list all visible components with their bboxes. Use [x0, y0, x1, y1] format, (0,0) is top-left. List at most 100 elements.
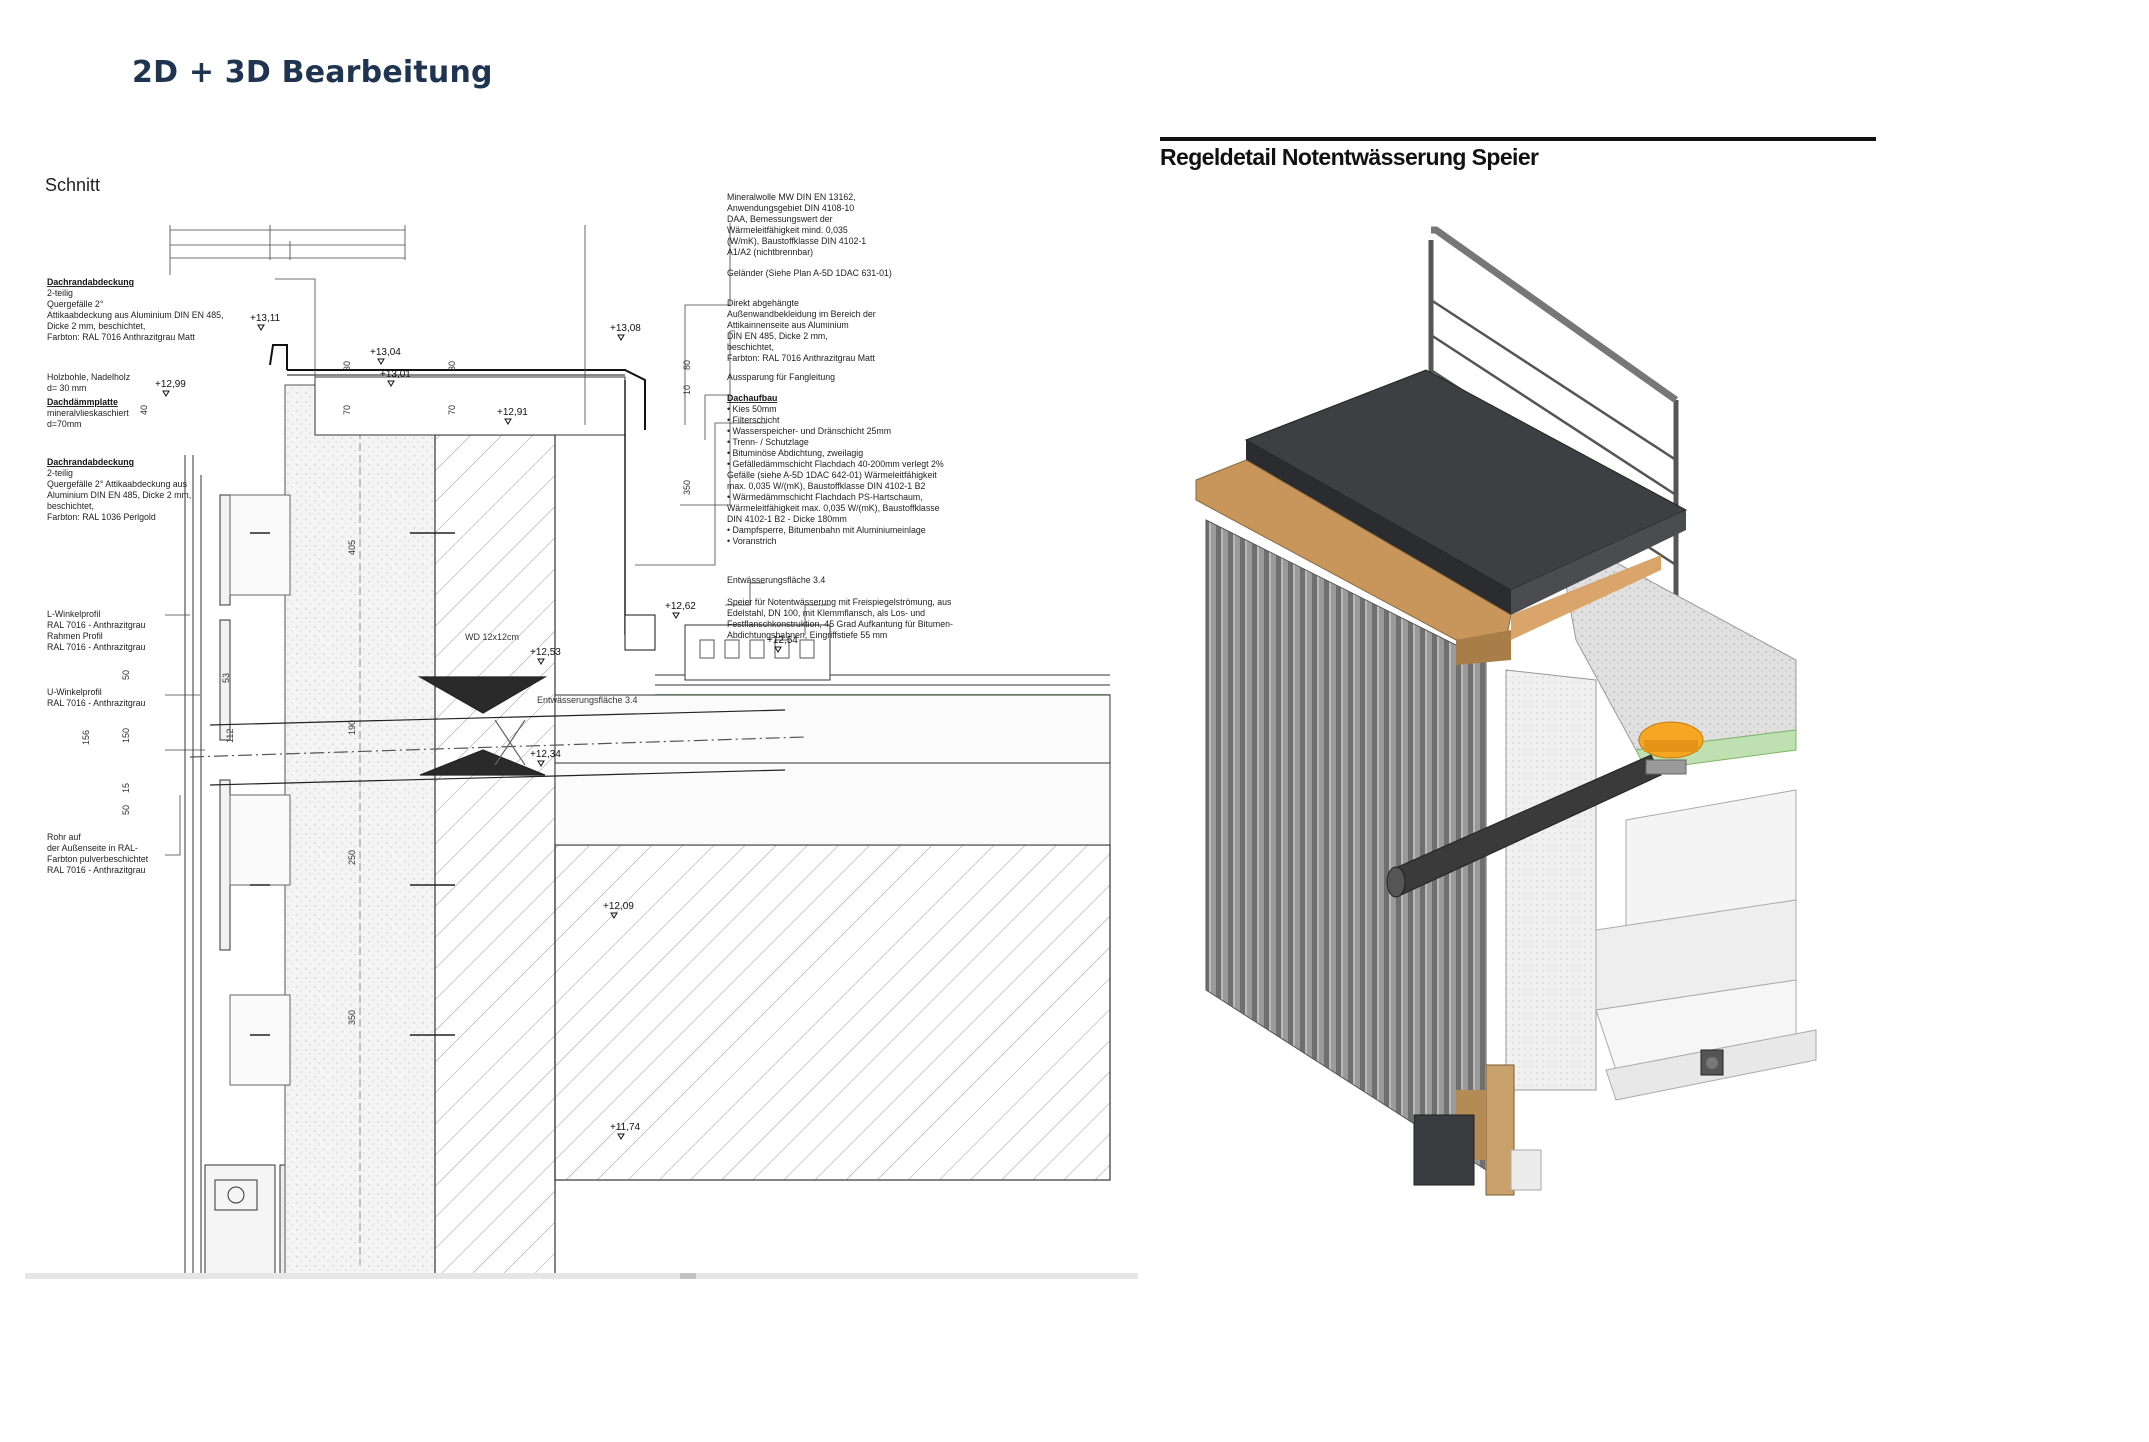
dimension-value: 70 — [342, 405, 352, 415]
scrollbar-thumb[interactable] — [680, 1273, 696, 1279]
note-line: DIN EN 485, Dicke 2 mm, — [727, 331, 828, 341]
note-line: d=70mm — [47, 419, 81, 429]
note-line: • Voranstrich — [727, 536, 777, 546]
level-marker: +12,34 — [530, 749, 561, 760]
roof-buildup — [554, 624, 1111, 846]
section-drawing: Dachrandabdeckung2-teiligQuergefälle 2°A… — [47, 192, 1111, 1276]
note-line: Gefälle (siehe A-5D 1DAC 642-01) Wärmele… — [727, 470, 937, 480]
note-line: Dicke 2 mm, beschichtet, — [47, 321, 145, 331]
note-line: Quergefälle 2° Attikaabdeckung aus — [47, 479, 188, 489]
dimension-value: 112 — [225, 729, 235, 743]
dimension-value: 53 — [221, 673, 231, 683]
note-line: L-Winkelprofil — [47, 609, 100, 619]
dimension-value: 250 — [347, 850, 357, 865]
insulation-zone — [229, 384, 436, 1276]
note-line: Holzbohle, Nadelholz — [47, 372, 130, 382]
level-triangle — [257, 324, 265, 331]
note-line: Festflanschkonstruktion, 45 Grad Aufkant… — [727, 619, 953, 629]
dimension-value: 50 — [121, 805, 131, 815]
dimension-value: 150 — [121, 728, 131, 743]
level-marker: +12,54 — [767, 635, 798, 646]
dimension-value: 190 — [347, 720, 357, 735]
level-triangle — [617, 334, 625, 341]
note-line: (W/mK), Baustoffklasse DIN 4102-1 — [727, 236, 866, 246]
note-line: Attikaabdeckung aus Aluminium DIN EN 485… — [47, 310, 224, 320]
note-line: Attikainnenseite aus Aluminium — [727, 320, 849, 330]
dimension-value: 30 — [447, 361, 457, 371]
note-line: Speier für Notentwässerung mit Freispieg… — [727, 597, 952, 607]
annotations-right: Mineralwolle MW DIN EN 13162,Anwendungsg… — [727, 192, 953, 640]
note-line: max. 0,035 W/(mK), Baustoffklasse DIN 41… — [727, 481, 925, 491]
level-marker: +13,04 — [370, 347, 401, 358]
note-line: • Wasserspeicher- und Dränschicht 25mm — [727, 426, 891, 436]
note-line: Anwendungsgebiet DIN 4108-10 — [727, 203, 854, 213]
level-marker: +12,91 — [497, 407, 528, 418]
note-line: Direkt abgehängte — [727, 298, 799, 308]
note-line: beschichtet, — [727, 342, 774, 352]
note-line: beschichtet, — [47, 501, 94, 511]
dimension-value: 40 — [139, 405, 149, 415]
note-line: d= 30 mm — [47, 383, 86, 393]
note-line: Wärmeleitfähigkeit mind. 0,035 — [727, 225, 848, 235]
wd-label: WD 12x12cm — [465, 632, 519, 642]
dimension-value: 405 — [347, 540, 357, 555]
detail-3d-panel: Regeldetail Notentwässerung Speier — [1156, 130, 1876, 1196]
dimension-value: 15 — [121, 783, 131, 793]
note-line: Farbton: RAL 7016 Anthrazitgrau Matt — [727, 353, 875, 363]
note-line: Quergefälle 2° — [47, 299, 103, 309]
note-line: DAA, Bemessungswert der — [727, 214, 833, 224]
detail-title: Regeldetail Notentwässerung Speier — [1160, 144, 1539, 170]
note-heading: Dachdämmplatte — [47, 397, 118, 407]
note-line: Farbton pulverbeschichtet — [47, 854, 149, 864]
attic-inner-insulation — [1505, 669, 1597, 1091]
note-line: Rohr auf — [47, 832, 81, 842]
horizontal-scrollbar[interactable] — [25, 1273, 1138, 1279]
dimension-value: 30 — [342, 361, 352, 371]
note-line: Aluminium DIN EN 485, Dicke 2 mm, — [47, 490, 191, 500]
note-line: Aussparung für Fangleitung — [727, 372, 835, 382]
level-marker: +13,01 — [380, 369, 411, 380]
note-line: A1/A2 (nichtbrennbar) — [727, 247, 813, 257]
note-line: Farbton: RAL 7016 Anthrazitgrau Matt — [47, 332, 195, 342]
dimension-value: 350 — [682, 480, 692, 495]
level-triangle — [672, 612, 680, 619]
note-line: • Gefälledämmschicht Flachdach 40-200mm … — [727, 459, 944, 469]
dimension-value: 10 — [682, 385, 692, 395]
level-triangle — [162, 390, 170, 397]
section-drawing-panel: Schnitt Dachrandabdeckung 2-teilig Querg… — [25, 165, 1140, 1282]
note-line: Wärmeleitfähigkeit max. 0,035 W/(mK), Ba… — [727, 503, 940, 513]
note-heading: Dachrandabdeckung — [47, 277, 134, 287]
level-triangle — [377, 358, 385, 365]
note-line: RAL 7016 - Anthrazitgrau — [47, 865, 146, 875]
note-line: • Trenn- / Schutzlage — [727, 437, 809, 447]
note-line: U-Winkelprofil — [47, 687, 102, 697]
note-line: Außenwandbekleidung im Bereich der — [727, 309, 876, 319]
level-marker: +13,11 — [250, 313, 281, 324]
title-rule — [1160, 137, 1876, 141]
note-line: Farbton: RAL 1036 Perlgold — [47, 512, 156, 522]
note-line: Edelstahl, DN 100, mit Klemmflansch, als… — [727, 608, 925, 618]
note-line: Rahmen Profil — [47, 631, 103, 641]
note-line: RAL 7016 - Anthrazitgrau — [47, 620, 146, 630]
dimension-value: 70 — [447, 405, 457, 415]
dimension-value: 350 — [347, 1010, 357, 1025]
concrete-attic — [434, 434, 1111, 1276]
note-line: • Dampfsperre, Bitumenbahn mit Aluminium… — [727, 525, 926, 535]
note-line: Mineralwolle MW DIN EN 13162, — [727, 192, 856, 202]
note-line: DIN 4102-1 B2 - Dicke 180mm — [727, 514, 847, 524]
note-line: Entwässerungsfläche 3.4 — [727, 575, 825, 585]
level-marker: +13,08 — [610, 323, 641, 334]
note-line: • Wärmedämmschicht Flachdach PS-Hartscha… — [727, 492, 923, 502]
note-line: • Bituminöse Abdichtung, zweilagig — [727, 448, 863, 458]
note-heading: Dachaufbau — [727, 393, 777, 403]
note-line: 2-teilig — [47, 288, 73, 298]
annotations-left: Dachrandabdeckung2-teiligQuergefälle 2°A… — [47, 277, 224, 875]
dimension-value: 80 — [682, 360, 692, 370]
note-line: Abdichtungsbahnen, Eingriffstiefe 55 mm — [727, 630, 887, 640]
note-line: 2-teilig — [47, 468, 73, 478]
note-heading: Dachrandabdeckung — [47, 457, 134, 467]
page-title: 2D + 3D Bearbeitung — [132, 55, 493, 90]
level-marker: +12,53 — [530, 647, 561, 658]
level-marker: +12,62 — [665, 601, 696, 612]
note-line: • Kies 50mm — [727, 404, 777, 414]
